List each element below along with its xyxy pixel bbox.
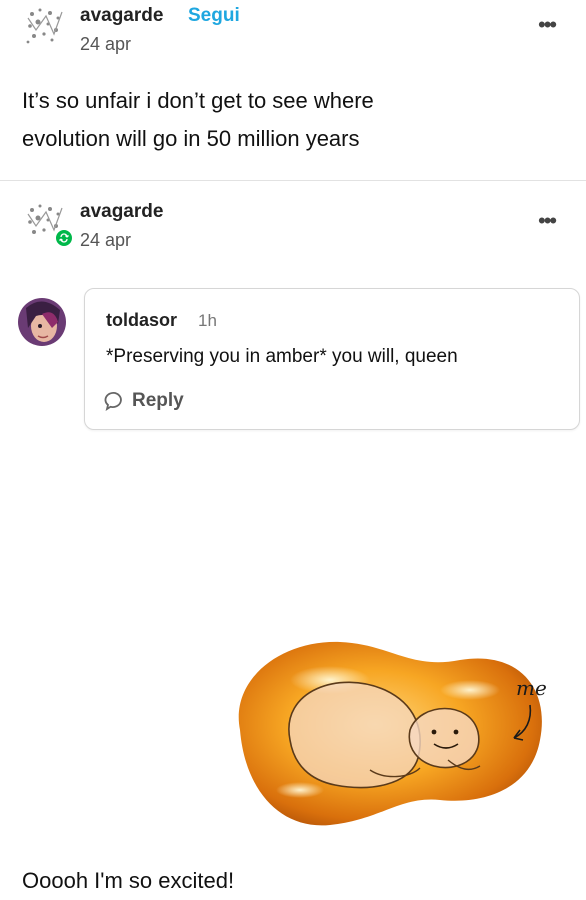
reply-label: Reply — [132, 390, 184, 411]
amber-image: me — [220, 620, 580, 840]
comment-text: *Preserving you in amber* you will, quee… — [106, 346, 458, 367]
more-dots-icon[interactable]: ••• — [538, 210, 557, 232]
comment-time: 1h — [198, 311, 217, 330]
more-dots-icon[interactable]: ••• — [538, 14, 557, 36]
reply-button[interactable]: Reply — [104, 390, 184, 412]
reblog-icon — [54, 228, 74, 248]
speech-bubble-icon — [104, 390, 126, 412]
comment-username[interactable]: toldasor — [106, 310, 177, 331]
post-caption: Ooooh I'm so excited! — [22, 868, 235, 893]
post-divider — [0, 180, 586, 181]
post-text-line-1: It’s so unfair i don’t get to see where — [22, 88, 374, 113]
author-avatar[interactable] — [22, 4, 66, 48]
image-annotation: me — [516, 676, 547, 700]
reblog-author-name[interactable]: avagarde — [80, 201, 163, 223]
reblog-date: 24 apr — [80, 230, 132, 250]
post-text-line-2: evolution will go in 50 million years — [22, 126, 360, 151]
follow-button[interactable]: Segui — [188, 5, 240, 27]
post-date: 24 apr — [80, 34, 132, 54]
commenter-avatar[interactable] — [18, 298, 66, 346]
post-author-name[interactable]: avagarde — [80, 5, 163, 27]
